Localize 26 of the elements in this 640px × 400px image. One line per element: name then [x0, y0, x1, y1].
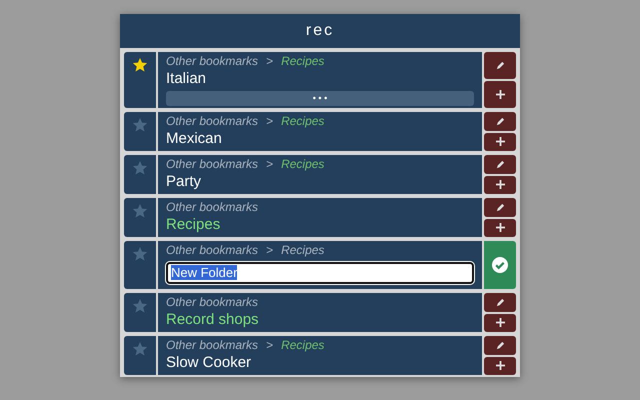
name-input-field[interactable]: New Folder: [166, 262, 474, 284]
more-button[interactable]: • • •: [166, 91, 474, 106]
path-separator: >: [266, 53, 274, 69]
bookmark-title[interactable]: Italian: [166, 69, 474, 89]
path-crumb: Other bookmarks: [166, 156, 258, 172]
bookmark-title[interactable]: Slow Cooker: [166, 353, 474, 373]
folder-link[interactable]: Recipes: [281, 53, 324, 69]
path-crumb: Other bookmarks: [166, 294, 258, 310]
folder-link[interactable]: Recipes: [281, 113, 324, 129]
folder-title[interactable]: Recipes: [166, 215, 474, 235]
folder-title[interactable]: Record shops: [166, 310, 474, 330]
path-crumb: Other bookmarks: [166, 53, 258, 69]
bookmark-title[interactable]: Party: [166, 172, 474, 192]
path-separator: >: [266, 113, 274, 129]
path-crumb: Other bookmarks: [166, 242, 258, 258]
folder-link[interactable]: Recipes: [281, 337, 324, 353]
path-separator: >: [266, 242, 274, 258]
folder-link[interactable]: Recipes: [281, 156, 324, 172]
popup-title: rec: [306, 21, 334, 41]
path-crumb: Recipes: [281, 242, 324, 258]
bookmark-title[interactable]: Mexican: [166, 129, 474, 149]
path-crumb: Other bookmarks: [166, 113, 258, 129]
path-crumb: Other bookmarks: [166, 199, 258, 215]
path-separator: >: [266, 156, 274, 172]
path-crumb: Other bookmarks: [166, 337, 258, 353]
path-separator: >: [266, 337, 274, 353]
